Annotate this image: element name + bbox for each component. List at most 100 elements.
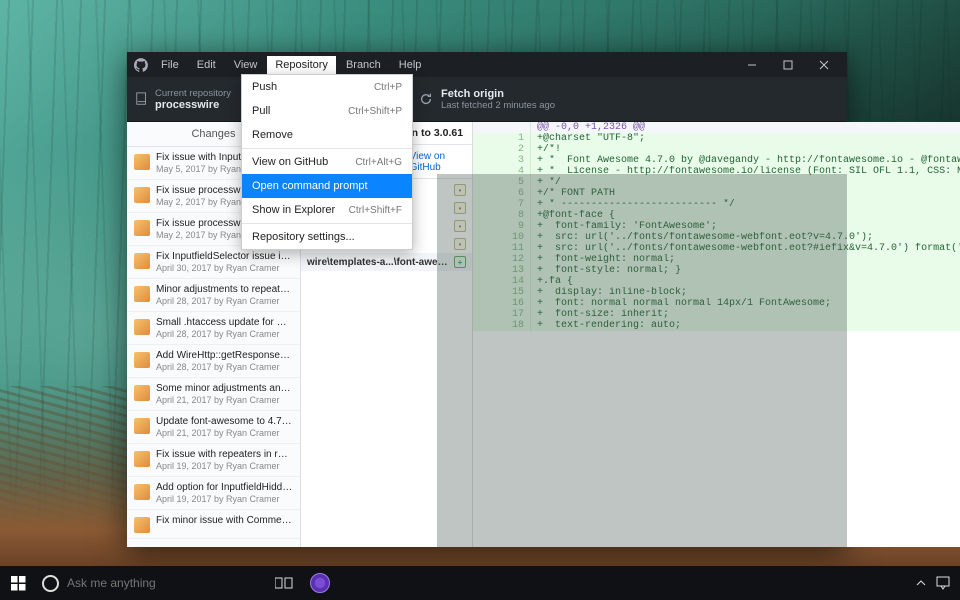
- menu-item-shortcut: Ctrl+Shift+F: [349, 205, 402, 216]
- windows-icon: [11, 576, 26, 591]
- menu-branch[interactable]: Branch: [338, 56, 389, 74]
- fetch-subtitle: Last fetched 2 minutes ago: [441, 100, 555, 111]
- diff-line: + * License - http://fontawesome.io/lice…: [531, 166, 960, 177]
- diff-line: + * -------------------------- */: [531, 199, 960, 210]
- window-controls: [735, 54, 841, 76]
- commit-meta: April 28, 2017 by Ryan Cramer: [156, 329, 293, 339]
- commit-meta: April 21, 2017 by Ryan Cramer: [156, 395, 293, 405]
- line-number: 5: [473, 177, 531, 188]
- menu-item-push[interactable]: PushCtrl+P: [242, 75, 412, 99]
- menu-item-pull[interactable]: Pull Ctrl+Shift+P: [242, 99, 412, 123]
- commit-meta: April 30, 2017 by Ryan Cramer: [156, 263, 293, 273]
- diff-line: + font-weight: normal;: [531, 254, 960, 265]
- menu-item-view-on-github[interactable]: View on GitHubCtrl+Alt+G: [242, 150, 412, 174]
- menu-separator: [242, 223, 412, 224]
- commit-item[interactable]: Minor adjustments to repeater and ...Apr…: [127, 279, 300, 312]
- menu-item-show-in-explorer[interactable]: Show in Explorer Ctrl+Shift+F: [242, 198, 412, 222]
- repo-selector-label: Current repository: [155, 88, 231, 99]
- commit-title: Some minor adjustments and bump...: [156, 383, 293, 394]
- github-icon: [133, 57, 149, 73]
- commit-item[interactable]: Add WireHttp::getResponseHeader...April …: [127, 345, 300, 378]
- line-number: 7: [473, 199, 531, 210]
- menu-item-remove[interactable]: Remove: [242, 123, 412, 147]
- menu-bar: File Edit View Repository Branch Help: [153, 56, 429, 74]
- fetch-button[interactable]: Fetch origin Last fetched 2 minutes ago: [409, 77, 847, 121]
- commit-title: Add option for InputfieldHidden to ...: [156, 482, 293, 493]
- menu-item-label: Show in Explorer: [252, 204, 335, 216]
- commit-item[interactable]: Fix issue with repeaters in renderVa...A…: [127, 444, 300, 477]
- file-item[interactable]: wire\templates-a...\font-awesome.css+: [301, 253, 472, 271]
- github-desktop-window: File Edit View Repository Branch Help Cu…: [127, 52, 847, 547]
- line-number: 11: [473, 243, 531, 254]
- menu-item-label: Repository settings...: [252, 231, 355, 243]
- file-name: wire\templates-a...\font-awesome.css: [307, 257, 450, 268]
- search-input[interactable]: [67, 576, 237, 590]
- tray-chevron-icon[interactable]: [916, 578, 926, 588]
- avatar: [134, 451, 150, 467]
- commit-item[interactable]: Some minor adjustments and bump...April …: [127, 378, 300, 411]
- maximize-button[interactable]: [771, 54, 805, 76]
- avatar: [134, 220, 150, 236]
- menu-item-shortcut: Ctrl+P: [374, 82, 402, 93]
- diff-view[interactable]: @@ -0,0 +1,2326 @@1+@charset "UTF-8";2+/…: [473, 122, 960, 547]
- menu-item-repository-settings-[interactable]: Repository settings...: [242, 225, 412, 249]
- diff-line: + src: url('../fonts/fontawesome-webfont…: [531, 232, 960, 243]
- repository-dropdown: PushCtrl+P Pull Ctrl+Shift+P Remove View on …: [241, 74, 413, 250]
- commit-item[interactable]: Fix InputfieldSelector issue identifie..…: [127, 246, 300, 279]
- menu-item-open-command-prompt[interactable]: Open command prompt: [242, 174, 412, 198]
- system-tray[interactable]: [916, 576, 960, 590]
- avatar: [134, 484, 150, 500]
- diff-line: + */: [531, 177, 960, 188]
- commit-item[interactable]: Add option for InputfieldHidden to ...Ap…: [127, 477, 300, 510]
- diff-line: + font-style: normal; }: [531, 265, 960, 276]
- commit-meta: April 19, 2017 by Ryan Cramer: [156, 461, 293, 471]
- close-button[interactable]: [807, 54, 841, 76]
- commit-meta: April 28, 2017 by Ryan Cramer: [156, 362, 293, 372]
- menu-item-shortcut: Ctrl+Shift+P: [348, 106, 402, 117]
- line-number: 10: [473, 232, 531, 243]
- line-number: 8: [473, 210, 531, 221]
- commit-meta: April 28, 2017 by Ryan Cramer: [156, 296, 293, 306]
- avatar: [134, 154, 150, 170]
- commit-item[interactable]: Update font-awesome to 4.7 per pr...Apri…: [127, 411, 300, 444]
- diff-line: + display: inline-block;: [531, 287, 960, 298]
- line-number: 9: [473, 221, 531, 232]
- menu-view[interactable]: View: [226, 56, 266, 74]
- commit-meta: April 21, 2017 by Ryan Cramer: [156, 428, 293, 438]
- line-number: 14: [473, 276, 531, 287]
- avatar: [134, 187, 150, 203]
- avatar: [134, 418, 150, 434]
- diff-line: + src: url('../fonts/fontawesome-webfont…: [531, 243, 960, 254]
- commit-title: Fix issue with repeaters in renderVa...: [156, 449, 293, 460]
- line-number: 16: [473, 298, 531, 309]
- avatar: [134, 385, 150, 401]
- sync-icon: [419, 92, 433, 106]
- taskbar-app-github[interactable]: [302, 566, 338, 600]
- start-button[interactable]: [0, 566, 36, 600]
- diff-line: + font-family: 'FontAwesome';: [531, 221, 960, 232]
- file-badge: •: [454, 238, 466, 250]
- commit-title: Minor adjustments to repeater and ...: [156, 284, 293, 295]
- task-view-button[interactable]: [266, 566, 302, 600]
- commit-item[interactable]: Small .htaccess update for HTTPS re...Ap…: [127, 312, 300, 345]
- menu-item-shortcut: Ctrl+Alt+G: [355, 157, 402, 168]
- line-number: 1: [473, 133, 531, 144]
- menu-edit[interactable]: Edit: [189, 56, 224, 74]
- minimize-button[interactable]: [735, 54, 769, 76]
- menu-file[interactable]: File: [153, 56, 187, 74]
- avatar: [134, 319, 150, 335]
- line-number: 3: [473, 155, 531, 166]
- line-number: 13: [473, 265, 531, 276]
- taskbar[interactable]: [0, 566, 960, 600]
- file-badge: •: [454, 220, 466, 232]
- menu-item-label: Pull: [252, 105, 270, 117]
- menu-repository[interactable]: Repository: [267, 56, 336, 74]
- commit-item[interactable]: Fix minor issue with CommentForm...: [127, 510, 300, 539]
- menu-help[interactable]: Help: [391, 56, 430, 74]
- line-number: 6: [473, 188, 531, 199]
- taskbar-search[interactable]: [36, 566, 266, 600]
- action-center-icon[interactable]: [936, 576, 950, 590]
- commit-meta: April 19, 2017 by Ryan Cramer: [156, 494, 293, 504]
- avatar: [134, 352, 150, 368]
- titlebar[interactable]: File Edit View Repository Branch Help: [127, 52, 847, 77]
